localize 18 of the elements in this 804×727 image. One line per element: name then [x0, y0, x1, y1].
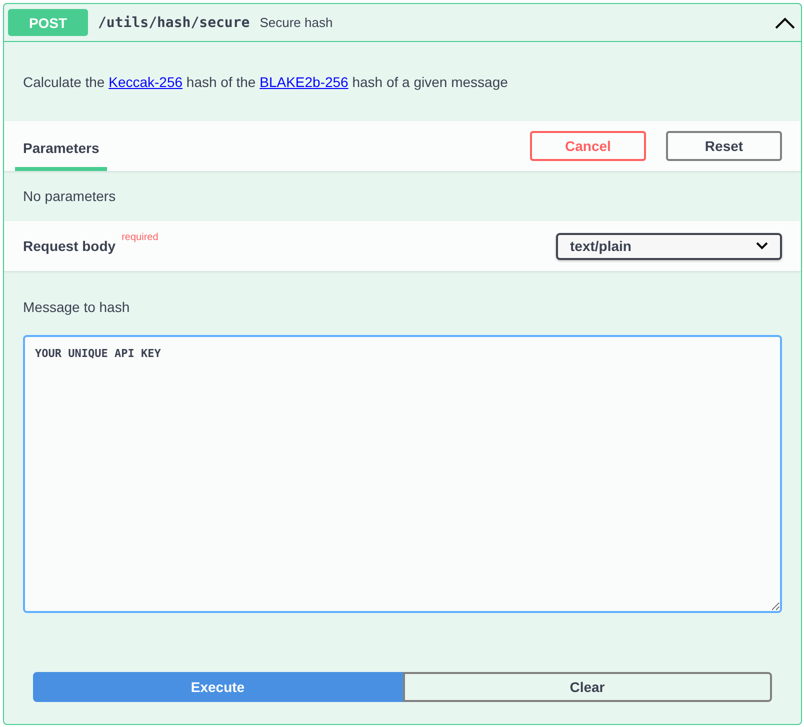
doc-link[interactable]: Keccak-256 — [108, 74, 183, 90]
message-label: Message to hash — [23, 299, 131, 315]
collapse-icon[interactable] — [775, 16, 795, 28]
required-label: required — [122, 232, 158, 243]
message-input-field[interactable]: YOUR UNIQUE API KEY — [23, 335, 782, 613]
no-parameters-text: No parameters — [23, 188, 116, 204]
doc-link[interactable]: BLAKE2b-256 — [260, 74, 348, 90]
description-text: Calculate the Keccak-256 hash of the BLAKE2b-256 hash of a given message — [23, 74, 508, 90]
operation-summary: Secure hash — [260, 15, 333, 30]
chevron-down-icon — [756, 242, 768, 250]
content-type-select[interactable]: text/plain — [556, 232, 782, 260]
reset-button[interactable]: Reset — [666, 131, 782, 161]
request-body-label: Request body — [23, 238, 116, 254]
operation-header[interactable]: POST /utils/hash/secure Secure hash — [4, 4, 801, 42]
endpoint-path: /utils/hash/secure — [98, 14, 250, 30]
clear-button[interactable]: Clear — [402, 672, 772, 702]
parameters-tab[interactable]: Parameters — [15, 121, 107, 171]
method-badge: POST — [8, 9, 88, 36]
